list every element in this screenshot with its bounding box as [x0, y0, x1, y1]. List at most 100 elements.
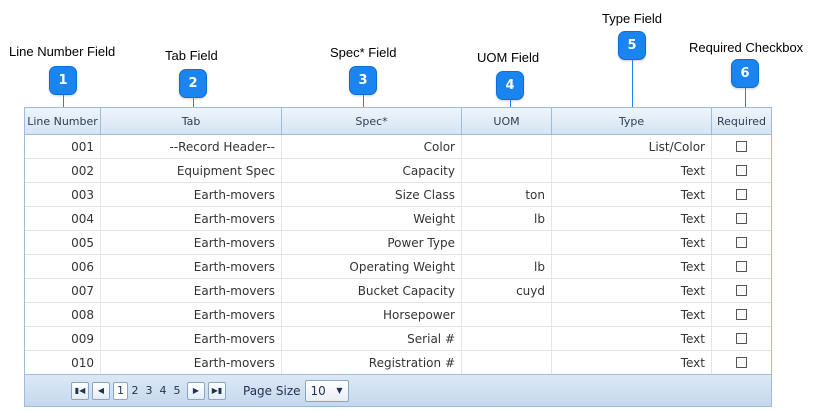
tab-cell[interactable]: Earth-movers — [101, 351, 282, 374]
line-number-cell[interactable]: 008 — [25, 303, 101, 326]
uom-cell[interactable] — [462, 303, 552, 326]
type-cell[interactable]: Text — [552, 351, 712, 374]
tab-cell[interactable]: Earth-movers — [101, 327, 282, 350]
required-checkbox[interactable] — [736, 165, 747, 176]
type-cell[interactable]: Text — [552, 207, 712, 230]
column-header-type[interactable]: Type — [552, 108, 712, 134]
required-checkbox[interactable] — [736, 141, 747, 152]
table-row[interactable]: 008 Earth-movers Horsepower Text — [25, 303, 771, 327]
spec-cell[interactable]: Weight — [282, 207, 462, 230]
required-cell — [712, 135, 771, 158]
line-number-cell[interactable]: 006 — [25, 255, 101, 278]
line-number-cell[interactable]: 001 — [25, 135, 101, 158]
table-row[interactable]: 003 Earth-movers Size Class ton Text — [25, 183, 771, 207]
callout-line — [745, 88, 746, 107]
line-number-cell[interactable]: 004 — [25, 207, 101, 230]
required-checkbox[interactable] — [736, 261, 747, 272]
page-2-button[interactable]: 2 — [128, 382, 142, 400]
prev-page-icon[interactable]: ◀ — [92, 381, 110, 400]
uom-cell[interactable]: lb — [462, 255, 552, 278]
column-header-spec[interactable]: Spec* — [282, 108, 462, 134]
spec-cell[interactable]: Registration # — [282, 351, 462, 374]
callout-badge: 6 — [731, 59, 759, 88]
tab-cell[interactable]: Earth-movers — [101, 255, 282, 278]
tab-cell[interactable]: Earth-movers — [101, 231, 282, 254]
tab-cell[interactable]: --Record Header-- — [101, 135, 282, 158]
table-row[interactable]: 006 Earth-movers Operating Weight lb Text — [25, 255, 771, 279]
uom-cell[interactable]: ton — [462, 183, 552, 206]
required-cell — [712, 255, 771, 278]
spec-cell[interactable]: Power Type — [282, 231, 462, 254]
last-page-icon[interactable]: ▶▮ — [208, 381, 226, 400]
chevron-down-icon: ▼ — [336, 386, 343, 395]
uom-cell[interactable] — [462, 351, 552, 374]
page-1-button[interactable]: 1 — [113, 381, 128, 400]
tab-cell[interactable]: Equipment Spec — [101, 159, 282, 182]
required-checkbox[interactable] — [736, 237, 747, 248]
page-size-select[interactable]: 10 ▼ — [304, 379, 349, 402]
column-header-line-number[interactable]: Line Number — [25, 108, 101, 134]
line-number-cell[interactable]: 002 — [25, 159, 101, 182]
type-cell[interactable]: Text — [552, 279, 712, 302]
uom-cell[interactable]: lb — [462, 207, 552, 230]
callout-badge: 2 — [179, 69, 207, 98]
tab-cell[interactable]: Earth-movers — [101, 279, 282, 302]
line-number-cell[interactable]: 005 — [25, 231, 101, 254]
spec-cell[interactable]: Size Class — [282, 183, 462, 206]
line-number-cell[interactable]: 010 — [25, 351, 101, 374]
table-row[interactable]: 005 Earth-movers Power Type Text — [25, 231, 771, 255]
uom-cell[interactable]: cuyd — [462, 279, 552, 302]
required-checkbox[interactable] — [736, 213, 747, 224]
line-number-cell[interactable]: 009 — [25, 327, 101, 350]
table-row[interactable]: 010 Earth-movers Registration # Text — [25, 351, 771, 375]
spec-cell[interactable]: Bucket Capacity — [282, 279, 462, 302]
type-cell[interactable]: Text — [552, 327, 712, 350]
required-checkbox[interactable] — [736, 333, 747, 344]
required-cell — [712, 231, 771, 254]
column-header-required[interactable]: Required — [712, 108, 771, 134]
callout-line — [510, 100, 511, 107]
spec-cell[interactable]: Serial # — [282, 327, 462, 350]
required-checkbox[interactable] — [736, 309, 747, 320]
page-4-button[interactable]: 4 — [156, 382, 170, 400]
table-row[interactable]: 002 Equipment Spec Capacity Text — [25, 159, 771, 183]
uom-cell[interactable] — [462, 135, 552, 158]
first-page-icon[interactable]: ▮◀ — [71, 381, 89, 400]
spec-grid: Line Number Tab Spec* UOM Type Required … — [24, 107, 772, 407]
callout-badge: 1 — [49, 66, 77, 95]
line-number-cell[interactable]: 003 — [25, 183, 101, 206]
spec-cell[interactable]: Operating Weight — [282, 255, 462, 278]
required-cell — [712, 303, 771, 326]
uom-cell[interactable] — [462, 327, 552, 350]
table-row[interactable]: 001 --Record Header-- Color List/Color — [25, 135, 771, 159]
uom-cell[interactable] — [462, 159, 552, 182]
required-cell — [712, 327, 771, 350]
tab-cell[interactable]: Earth-movers — [101, 183, 282, 206]
table-row[interactable]: 007 Earth-movers Bucket Capacity cuyd Text — [25, 279, 771, 303]
page-5-button[interactable]: 5 — [170, 382, 184, 400]
type-cell[interactable]: Text — [552, 255, 712, 278]
type-cell[interactable]: Text — [552, 159, 712, 182]
type-cell[interactable]: List/Color — [552, 135, 712, 158]
tab-cell[interactable]: Earth-movers — [101, 207, 282, 230]
uom-cell[interactable] — [462, 231, 552, 254]
next-page-icon[interactable]: ▶ — [187, 381, 205, 400]
required-checkbox[interactable] — [736, 285, 747, 296]
spec-cell[interactable]: Horsepower — [282, 303, 462, 326]
column-header-tab[interactable]: Tab — [101, 108, 282, 134]
required-checkbox[interactable] — [736, 357, 747, 368]
column-header-uom[interactable]: UOM — [462, 108, 552, 134]
required-checkbox[interactable] — [736, 189, 747, 200]
type-cell[interactable]: Text — [552, 231, 712, 254]
tab-cell[interactable]: Earth-movers — [101, 303, 282, 326]
type-cell[interactable]: Text — [552, 303, 712, 326]
page-3-button[interactable]: 3 — [142, 382, 156, 400]
spec-cell[interactable]: Capacity — [282, 159, 462, 182]
table-row[interactable]: 009 Earth-movers Serial # Text — [25, 327, 771, 351]
line-number-cell[interactable]: 007 — [25, 279, 101, 302]
type-cell[interactable]: Text — [552, 183, 712, 206]
spec-cell[interactable]: Color — [282, 135, 462, 158]
table-row[interactable]: 004 Earth-movers Weight lb Text — [25, 207, 771, 231]
required-cell — [712, 207, 771, 230]
callout-label: Tab Field — [165, 48, 218, 63]
